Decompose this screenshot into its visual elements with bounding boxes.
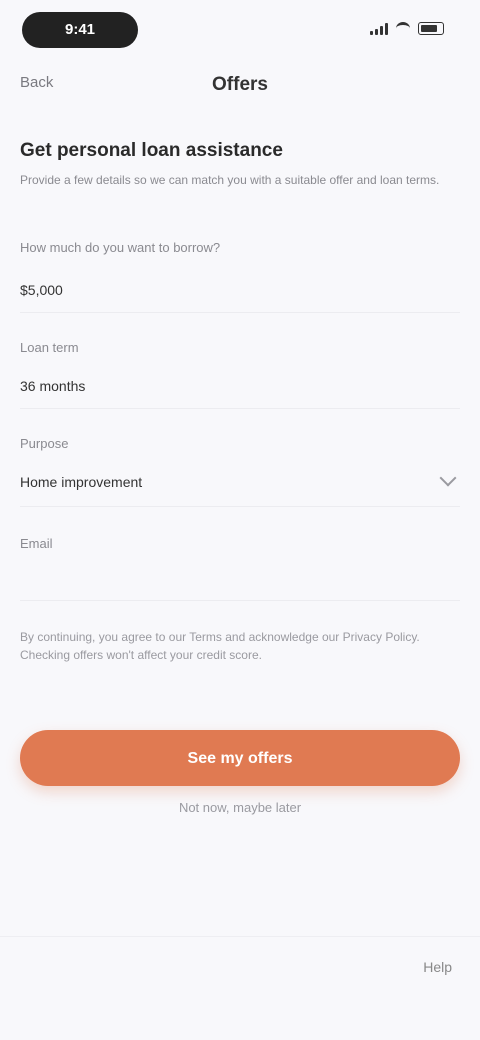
email-divider — [20, 600, 460, 601]
battery-icon — [418, 22, 444, 35]
status-icons — [370, 22, 444, 35]
amount-divider — [20, 312, 460, 313]
not-now-link[interactable]: Not now, maybe later — [0, 800, 480, 815]
signal-icon — [370, 22, 388, 35]
help-button[interactable]: Help — [423, 959, 452, 975]
email-label: Email — [20, 536, 53, 551]
amount-field[interactable]: $5,000 — [20, 282, 63, 298]
app-screen: 9:41 Back Offers Get personal loan assis… — [0, 0, 480, 1040]
bottom-bar: Help — [0, 936, 480, 1007]
page-description: Provide a few details so we can match yo… — [20, 173, 440, 187]
term-divider — [20, 408, 460, 409]
page-heading: Get personal loan assistance — [20, 140, 283, 161]
disclaimer-text: By continuing, you agree to our Terms an… — [20, 630, 420, 662]
status-bar: 9:41 — [0, 0, 480, 60]
term-label: Loan term — [20, 340, 79, 355]
wifi-icon — [396, 22, 410, 35]
amount-label: How much do you want to borrow? — [20, 240, 221, 255]
see-offers-button[interactable]: See my offers — [20, 730, 460, 786]
purpose-select[interactable]: Home improvement — [20, 474, 142, 490]
purpose-label: Purpose — [20, 436, 69, 451]
time-pill: 9:41 — [22, 12, 138, 48]
status-time: 9:41 — [64, 21, 96, 38]
page-title: Offers — [212, 74, 268, 95]
term-field[interactable]: 36 months — [20, 378, 85, 394]
navigation-bar: Back Offers — [0, 64, 480, 108]
chevron-down-icon[interactable] — [439, 469, 457, 487]
purpose-divider — [20, 506, 460, 507]
intro-section: Get personal loan assistance Provide a f… — [20, 140, 460, 189]
